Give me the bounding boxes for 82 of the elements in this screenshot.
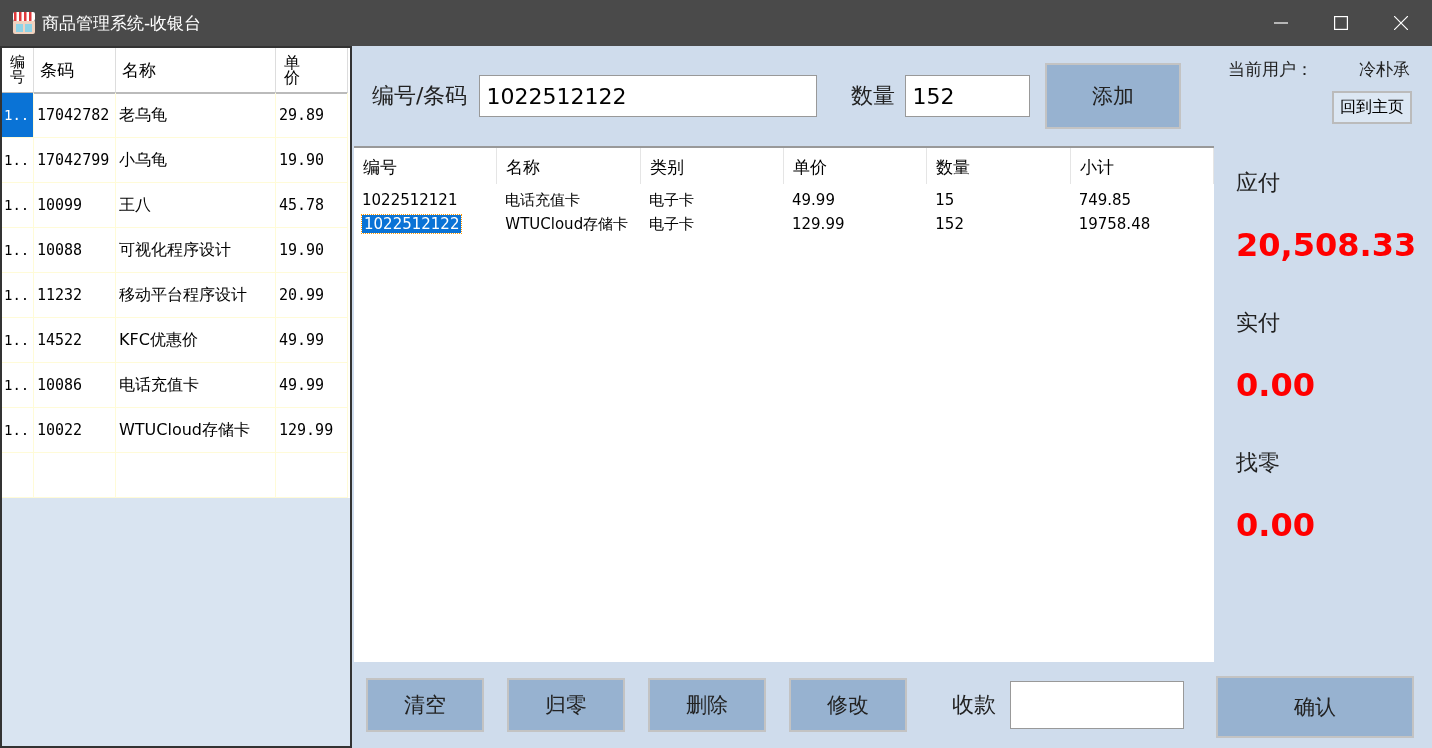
table-cell[interactable]: 17042782	[34, 93, 116, 138]
table-cell[interactable]: 10022	[34, 408, 116, 453]
table-cell[interactable]: 可视化程序设计	[116, 228, 276, 273]
list-cell[interactable]: 49.99	[792, 191, 835, 209]
list-cell[interactable]: 749.85	[1078, 191, 1132, 209]
table-cell[interactable]: 14522	[34, 318, 116, 363]
table-cell[interactable]: 19.90	[276, 138, 348, 183]
column-header[interactable]: 小计	[1070, 148, 1214, 184]
table-cell[interactable]: 老乌龟	[116, 93, 276, 138]
payment-field[interactable]	[1010, 681, 1184, 729]
table-cell[interactable]: 1..	[2, 408, 34, 453]
table-cell[interactable]: 49.99	[276, 318, 348, 363]
summary-amount: 0.00	[1236, 366, 1316, 404]
list-cell[interactable]: 电话充值卡	[505, 190, 581, 210]
empty-cell[interactable]	[116, 453, 276, 498]
column-header[interactable]: 名称	[116, 48, 276, 94]
table-cell[interactable]: 1..	[2, 228, 34, 273]
action-button[interactable]: 删除	[648, 678, 766, 732]
quantity-field[interactable]: 152	[905, 75, 1031, 117]
table-cell[interactable]: 10088	[34, 228, 116, 273]
action-button[interactable]: 归零	[507, 678, 625, 732]
table-cell[interactable]: 1..	[2, 273, 34, 318]
list-cell[interactable]: 电子卡	[648, 190, 694, 210]
code-field[interactable]: 1022512122	[479, 75, 818, 117]
table-cell[interactable]: 1..	[2, 318, 34, 363]
column-header[interactable]: 类别	[640, 148, 784, 184]
table-cell[interactable]: 20.99	[276, 273, 348, 318]
table-cell[interactable]: 1..	[2, 363, 34, 408]
column-header[interactable]: 单价	[276, 48, 348, 94]
user-name: 冷朴承	[1359, 58, 1410, 81]
table-cell[interactable]: 10099	[34, 183, 116, 228]
column-header[interactable]: 编号	[354, 148, 498, 184]
summary-label: 找零	[1236, 449, 1281, 477]
list-cell[interactable]: 129.99	[792, 215, 845, 233]
table-cell[interactable]: 电话充值卡	[116, 363, 276, 408]
table-cell[interactable]: 移动平台程序设计	[116, 273, 276, 318]
payment-label: 收款	[952, 691, 996, 719]
table-cell[interactable]: KFC优惠价	[116, 318, 276, 363]
confirm-button[interactable]: 确认	[1216, 676, 1414, 738]
home-button[interactable]: 回到主页	[1332, 91, 1412, 124]
list-cell[interactable]: 1022512121	[362, 191, 458, 209]
summary-label: 应付	[1236, 169, 1281, 197]
user-label: 当前用户：	[1228, 58, 1313, 81]
window-title: 商品管理系统-收银台	[42, 11, 202, 35]
empty-cell[interactable]	[34, 453, 116, 498]
table-cell[interactable]: 49.99	[276, 363, 348, 408]
list-cell[interactable]: 1022512122	[362, 215, 462, 233]
table-cell[interactable]: 11232	[34, 273, 116, 318]
table-cell[interactable]: 1..	[2, 183, 34, 228]
list-cell[interactable]: 电子卡	[648, 214, 694, 234]
empty-cell[interactable]	[2, 453, 34, 498]
table-cell[interactable]: 1..	[2, 93, 34, 138]
action-button[interactable]: 清空	[366, 678, 484, 732]
table-cell[interactable]: 45.78	[276, 183, 348, 228]
table-cell[interactable]: 17042799	[34, 138, 116, 183]
column-header[interactable]: 名称	[497, 148, 641, 184]
summary-amount: 20,508.33	[1236, 226, 1418, 264]
code-label: 编号/条码	[372, 82, 468, 110]
list-cell[interactable]: 19758.48	[1078, 215, 1151, 233]
table-cell[interactable]: 小乌龟	[116, 138, 276, 183]
action-button[interactable]: 修改	[789, 678, 907, 732]
table-cell[interactable]: 1..	[2, 138, 34, 183]
column-header[interactable]: 条码	[34, 48, 116, 94]
table-cell[interactable]: 129.99	[276, 408, 348, 453]
summary-amount: 0.00	[1236, 506, 1316, 544]
list-cell[interactable]: WTUCloud存储卡	[505, 214, 629, 234]
shop-icon	[12, 11, 36, 35]
summary-label: 实付	[1236, 309, 1281, 337]
close-icon[interactable]	[1394, 16, 1408, 30]
add-button[interactable]: 添加	[1045, 63, 1182, 129]
table-cell[interactable]: 29.89	[276, 93, 348, 138]
table-cell[interactable]: WTUCloud存储卡	[116, 408, 276, 453]
quantity-label: 数量	[851, 82, 896, 110]
table-cell[interactable]: 19.90	[276, 228, 348, 273]
list-cell[interactable]: 15	[935, 191, 955, 209]
maximize-icon[interactable]	[1334, 16, 1348, 30]
table-cell[interactable]: 10086	[34, 363, 116, 408]
table-cell[interactable]: 王八	[116, 183, 276, 228]
column-header[interactable]: 数量	[927, 148, 1071, 184]
empty-cell[interactable]	[276, 453, 348, 498]
list-cell[interactable]: 152	[935, 215, 964, 233]
column-header[interactable]: 单价	[784, 148, 928, 184]
